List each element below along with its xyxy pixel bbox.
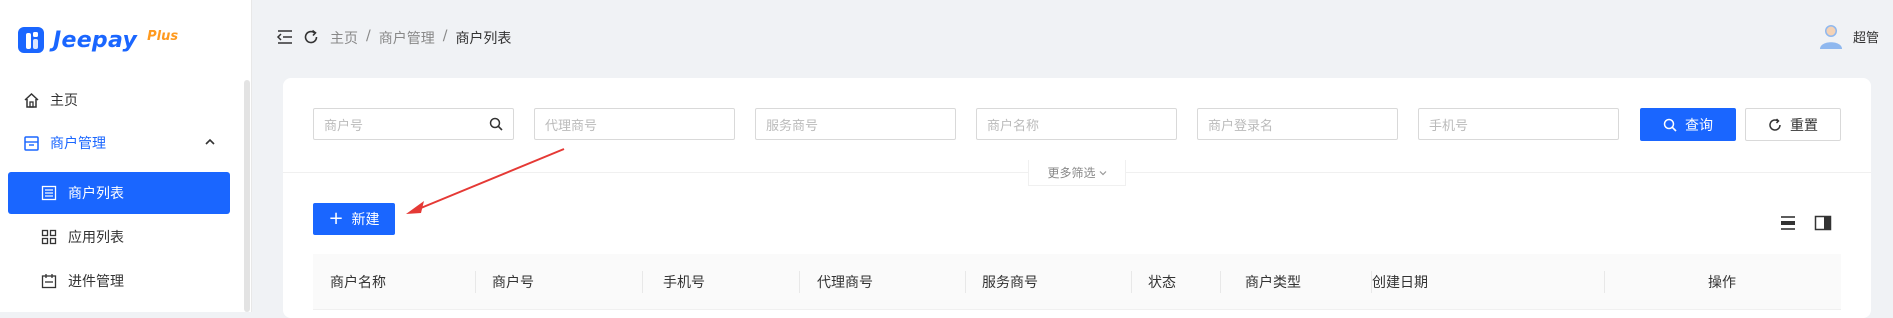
- reset-label: 重置: [1790, 117, 1818, 134]
- column-divider: [799, 271, 800, 293]
- logo-icon: [18, 27, 44, 53]
- breadcrumb-separator: /: [366, 28, 371, 44]
- merchant-no-placeholder: 商户号: [324, 118, 364, 134]
- sidebar-item-label: 商户管理: [50, 136, 106, 152]
- chevron-up-icon[interactable]: [204, 136, 216, 152]
- merchant-icon: [22, 134, 40, 152]
- phone-input[interactable]: 手机号: [1418, 108, 1619, 140]
- logo-plus: Plus: [147, 28, 179, 44]
- density-icon[interactable]: [1779, 214, 1797, 232]
- sidebar-item-merchant-management[interactable]: 商户管理: [22, 122, 222, 164]
- new-merchant-button[interactable]: + 新建: [313, 203, 395, 235]
- plus-icon: +: [328, 208, 344, 229]
- query-button[interactable]: 查询: [1640, 108, 1736, 141]
- refresh-icon[interactable]: [302, 28, 320, 46]
- agent-no-placeholder: 代理商号: [545, 118, 598, 134]
- logo[interactable]: Jeepay Plus: [17, 24, 178, 56]
- query-label: 查询: [1685, 117, 1713, 134]
- phone-placeholder: 手机号: [1429, 118, 1469, 134]
- breadcrumb-merchant-management[interactable]: 商户管理: [379, 28, 435, 48]
- sidebar-item-label: 主页: [50, 93, 78, 109]
- refresh-icon: [1769, 117, 1781, 131]
- search-icon: [1663, 118, 1677, 132]
- avatar: [1819, 25, 1842, 49]
- sidebar-item-app-list[interactable]: 应用列表: [40, 216, 124, 258]
- breadcrumb-separator: /: [442, 28, 448, 44]
- search-icon: [489, 117, 503, 131]
- breadcrumb: 主页 / 商户管理 / 商户列表: [330, 28, 511, 48]
- grid-icon: [40, 228, 58, 246]
- column-header-agent-no[interactable]: 代理商号: [817, 254, 873, 310]
- column-divider: [965, 271, 966, 293]
- column-header-actions: 操作: [1708, 275, 1736, 291]
- column-header-merchant-type[interactable]: 商户类型: [1245, 254, 1301, 310]
- chevron-down-icon: [1099, 170, 1106, 175]
- sidebar-item-label: 进件管理: [68, 274, 124, 290]
- column-settings-icon[interactable]: [1814, 214, 1832, 232]
- menu-fold-icon[interactable]: [276, 28, 294, 46]
- calendar-icon: [40, 272, 58, 290]
- column-header-merchant-no[interactable]: 商户号: [492, 254, 534, 310]
- list-icon: [40, 184, 58, 202]
- service-no-placeholder: 服务商号: [766, 118, 819, 134]
- column-divider: [1604, 271, 1605, 293]
- sidebar-item-home[interactable]: 主页: [22, 79, 78, 121]
- reset-button[interactable]: 重置: [1745, 108, 1841, 141]
- breadcrumb-home[interactable]: 主页: [330, 28, 358, 48]
- user-name: 超管: [1852, 30, 1879, 46]
- user-menu[interactable]: 超管: [1817, 22, 1879, 50]
- column-divider: [642, 271, 643, 293]
- sidebar: Jeepay Plus 主页 商户管理 商户列表 应用列表 进件管理: [0, 0, 252, 312]
- column-header-status[interactable]: 状态: [1148, 254, 1176, 310]
- sidebar-item-label: 应用列表: [68, 230, 124, 246]
- agent-no-input[interactable]: 代理商号: [534, 108, 735, 140]
- column-divider: [475, 271, 476, 293]
- column-header-service-no[interactable]: 服务商号: [982, 254, 1038, 310]
- sidebar-scrollbar[interactable]: [244, 80, 250, 312]
- column-header-merchant-name[interactable]: 商户名称: [330, 254, 386, 310]
- sidebar-item-onboarding[interactable]: 进件管理: [40, 260, 124, 302]
- merchant-no-input[interactable]: 商户号: [313, 108, 514, 140]
- sidebar-item-label: 商户列表: [68, 186, 124, 202]
- more-filters-label: 更多筛选: [1047, 166, 1096, 180]
- column-divider: [1131, 271, 1132, 293]
- login-name-input[interactable]: 商户登录名: [1197, 108, 1398, 140]
- service-no-input[interactable]: 服务商号: [755, 108, 956, 140]
- login-name-placeholder: 商户登录名: [1208, 118, 1274, 134]
- sidebar-item-merchant-list[interactable]: 商户列表: [8, 172, 230, 214]
- column-header-phone[interactable]: 手机号: [663, 254, 705, 310]
- table-header: 商户名称 商户号 手机号 代理商号 服务商号 状态 商户类型 创建日期 操作: [313, 254, 1841, 310]
- merchant-name-placeholder: 商户名称: [987, 118, 1040, 134]
- logo-text: Jeepay: [53, 27, 138, 53]
- new-label: 新建: [351, 212, 380, 228]
- column-header-created-date[interactable]: 创建日期: [1372, 254, 1428, 310]
- breadcrumb-current: 商户列表: [455, 31, 512, 47]
- more-filters-button[interactable]: 更多筛选: [1028, 160, 1126, 186]
- home-icon: [22, 91, 40, 109]
- merchant-name-input[interactable]: 商户名称: [976, 108, 1177, 140]
- column-divider: [1220, 271, 1221, 293]
